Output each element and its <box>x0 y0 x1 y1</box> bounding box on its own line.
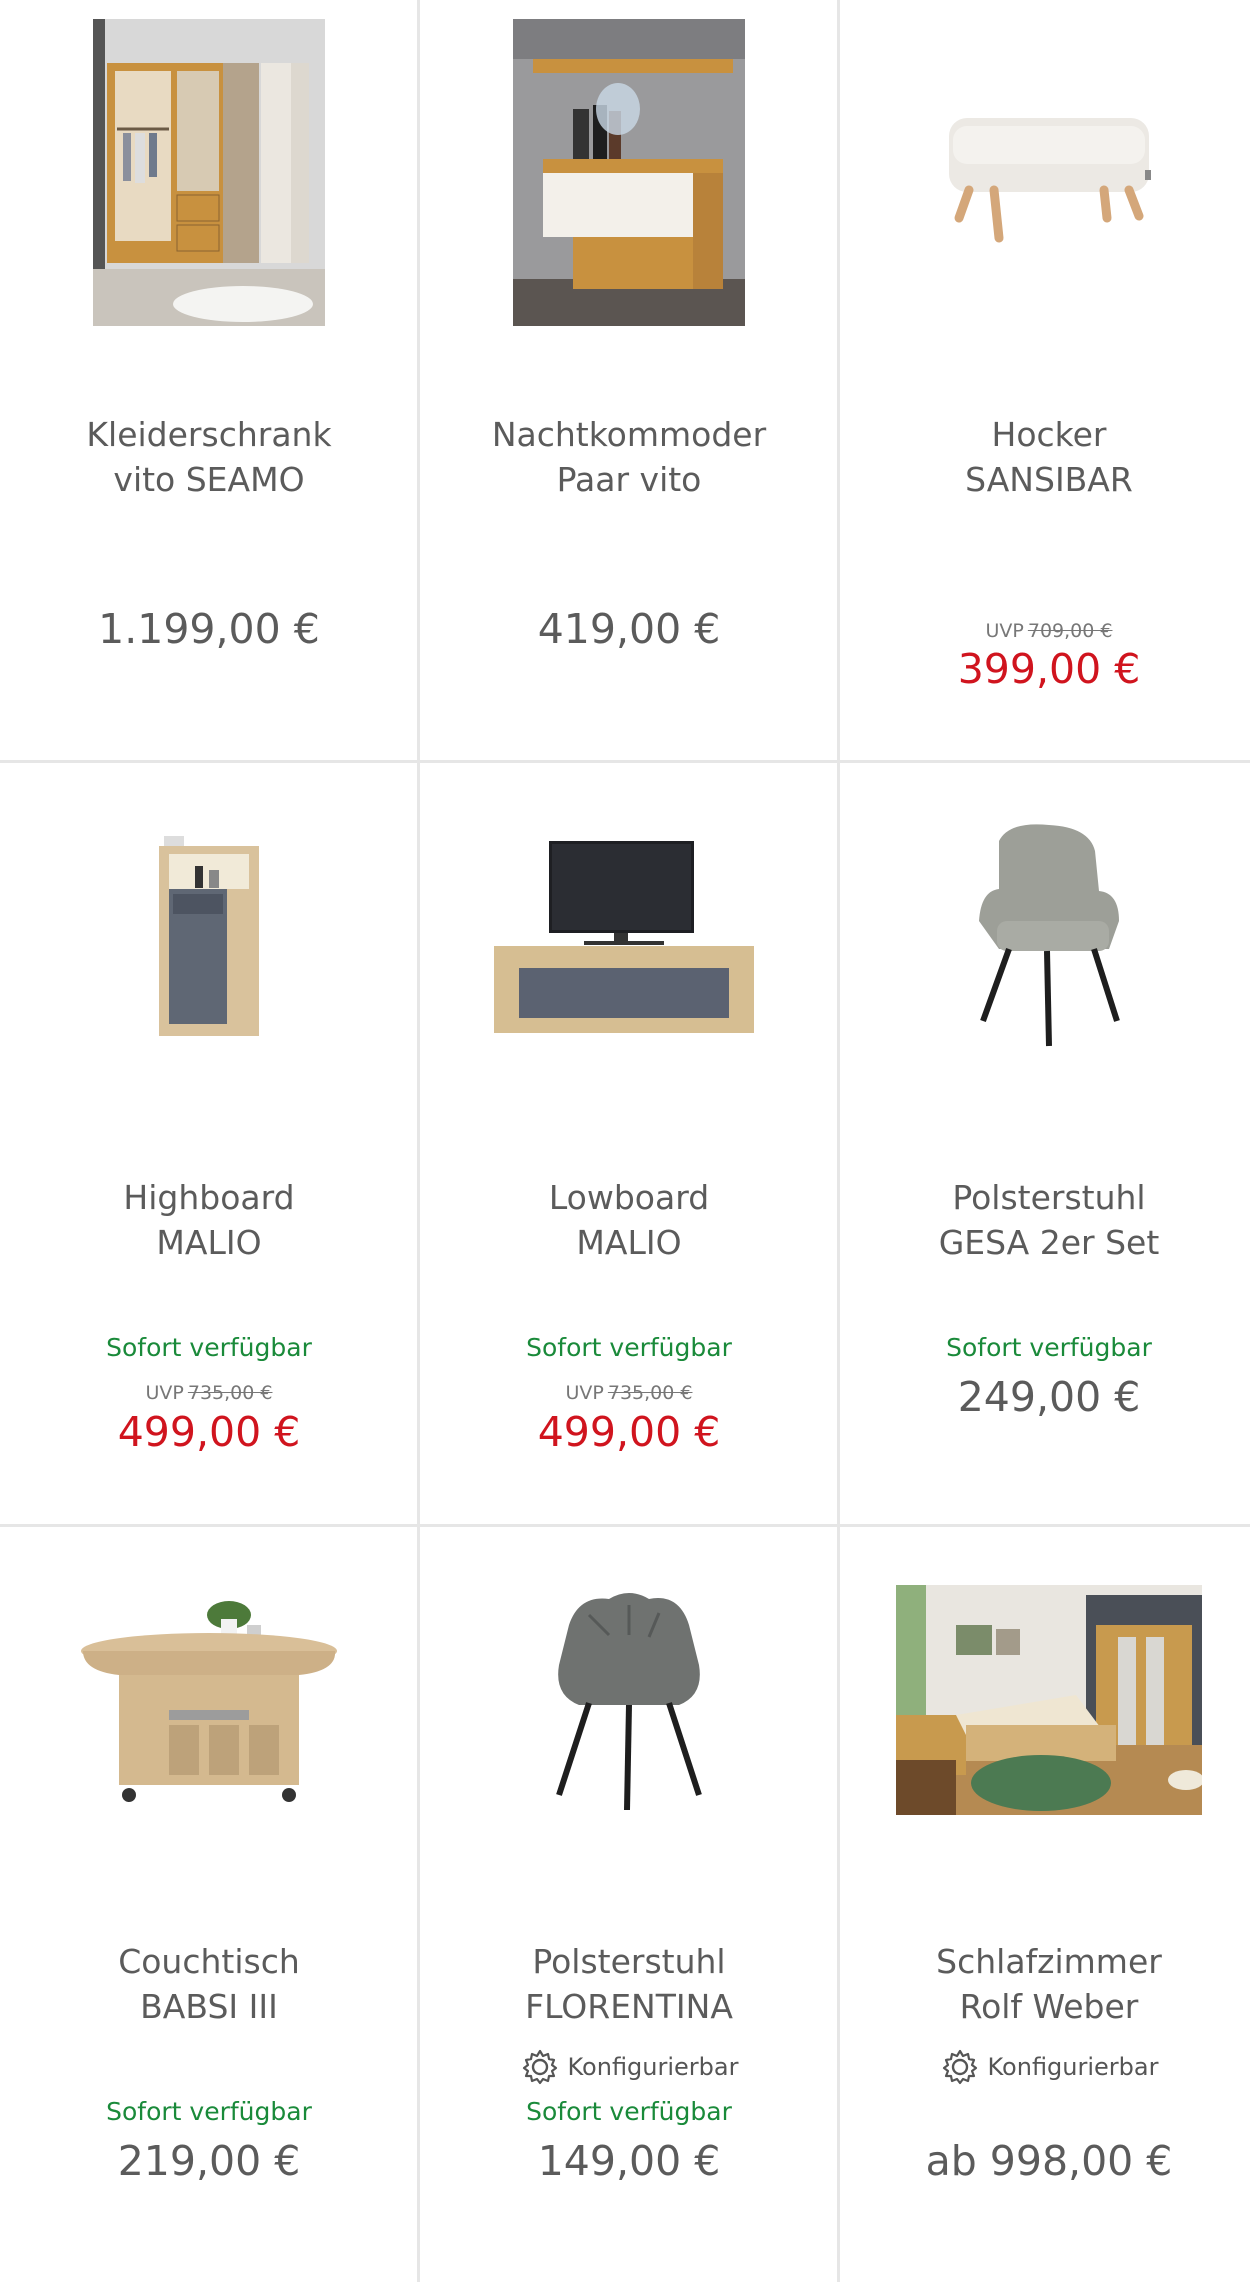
product-price: ab 998,00 € <box>925 2137 1173 2185</box>
product-title-line: vito SEAMO <box>113 460 305 499</box>
uvp-strike-price: 709,00 € <box>1027 620 1113 642</box>
uvp-label: UVP <box>565 1382 604 1404</box>
product-image[interactable] <box>420 1542 838 1857</box>
product-grid: Kleiderschrank vito SEAMO 1.199,00 € Nac… <box>0 0 1250 2282</box>
gear-icon <box>522 2049 557 2085</box>
product-price: 499,00 € <box>537 1408 721 1456</box>
product-title[interactable]: Nachtkommoder Paar vito <box>440 412 818 502</box>
product-title-line: Rolf Weber <box>959 1987 1139 2026</box>
configurable-label: Konfigurierbar <box>567 2053 739 2081</box>
product-price: 149,00 € <box>537 2137 721 2185</box>
availability-status: Sofort verfügbar <box>526 1333 732 1362</box>
uvp-label: UVP <box>985 620 1024 642</box>
availability-status: Sofort verfügbar <box>106 2097 312 2126</box>
product-card[interactable]: Lowboard MALIO Sofort verfügbar UVP 735,0… <box>420 763 838 1524</box>
configurable-label: Konfigurierbar <box>987 2053 1159 2081</box>
uvp-price: UVP 735,00 € <box>420 1382 838 1404</box>
gear-icon <box>942 2049 977 2085</box>
product-title[interactable]: Schlafzimmer Rolf Weber <box>860 1939 1238 2029</box>
product-title[interactable]: Polsterstuhl FLORENTINA <box>440 1939 818 2029</box>
product-title[interactable]: Kleiderschrank vito SEAMO <box>20 412 398 502</box>
product-title-line: BABSI III <box>140 1987 278 2026</box>
product-title-line: Lowboard <box>548 1178 710 1217</box>
uvp-strike-price: 735,00 € <box>187 1382 273 1404</box>
product-title[interactable]: Polsterstuhl GESA 2er Set <box>860 1175 1238 1265</box>
product-title-line: Paar vito <box>556 460 702 499</box>
product-title-line: FLORENTINA <box>525 1987 733 2026</box>
product-card[interactable]: Couchtisch BABSI III Sofort verfügbar 21… <box>0 1527 418 2288</box>
product-title[interactable]: Lowboard MALIO <box>440 1175 818 1265</box>
product-price: 249,00 € <box>957 1373 1141 1421</box>
product-title-line: MALIO <box>576 1223 682 1262</box>
product-image[interactable] <box>420 778 838 1093</box>
product-card[interactable]: Kleiderschrank vito SEAMO 1.199,00 € <box>0 0 418 761</box>
product-price: 399,00 € <box>957 645 1141 693</box>
uvp-price: UVP 709,00 € <box>840 620 1250 642</box>
configurable-badge: Konfigurierbar <box>420 2047 838 2087</box>
product-card[interactable]: Nachtkommoder Paar vito 419,00 € <box>420 0 838 761</box>
uvp-label: UVP <box>145 1382 184 1404</box>
product-image[interactable] <box>840 1542 1250 1857</box>
product-title[interactable]: Highboard MALIO <box>20 1175 398 1265</box>
product-title-line: Polsterstuhl <box>952 1178 1146 1217</box>
uvp-price: UVP 735,00 € <box>0 1382 418 1404</box>
product-title-line: GESA 2er Set <box>938 1223 1160 1262</box>
product-card[interactable]: Schlafzimmer Rolf Weber Konfigurierbar a… <box>840 1527 1250 2288</box>
product-title-line: Polsterstuhl <box>532 1942 726 1981</box>
product-title-line: SANSIBAR <box>965 460 1133 499</box>
product-title-line: Kleiderschrank <box>86 415 332 454</box>
product-price: 1.199,00 € <box>98 605 320 653</box>
availability-status: Sofort verfügbar <box>946 1333 1152 1362</box>
product-image[interactable] <box>0 1542 418 1857</box>
product-card[interactable]: Hocker SANSIBAR UVP 709,00 € 399,00 € <box>840 0 1250 761</box>
product-title-line: Schlafzimmer <box>936 1942 1162 1981</box>
uvp-strike-price: 735,00 € <box>607 1382 693 1404</box>
product-image[interactable] <box>420 15 838 330</box>
product-title-line: MALIO <box>156 1223 262 1262</box>
product-title-line: Nachtkommoder <box>491 415 767 454</box>
product-title[interactable]: Hocker SANSIBAR <box>860 412 1238 502</box>
product-title-line: Couchtisch <box>118 1942 300 1981</box>
product-card[interactable]: Polsterstuhl FLORENTINA Konfigurierbar S… <box>420 1527 838 2288</box>
product-image[interactable] <box>840 778 1250 1093</box>
availability-status: Sofort verfügbar <box>526 2097 732 2126</box>
product-price: 419,00 € <box>537 605 721 653</box>
product-title-line: Hocker <box>991 415 1107 454</box>
product-title-line: Highboard <box>123 1178 295 1217</box>
product-image[interactable] <box>0 15 418 330</box>
product-card[interactable]: Polsterstuhl GESA 2er Set Sofort verfügb… <box>840 763 1250 1524</box>
availability-status: Sofort verfügbar <box>106 1333 312 1362</box>
configurable-badge: Konfigurierbar <box>840 2047 1250 2087</box>
product-card[interactable]: Highboard MALIO Sofort verfügbar UVP 735,… <box>0 763 418 1524</box>
product-price: 219,00 € <box>117 2137 301 2185</box>
product-price: 499,00 € <box>117 1408 301 1456</box>
product-image[interactable] <box>0 778 418 1093</box>
product-title[interactable]: Couchtisch BABSI III <box>20 1939 398 2029</box>
product-image[interactable] <box>840 15 1250 330</box>
